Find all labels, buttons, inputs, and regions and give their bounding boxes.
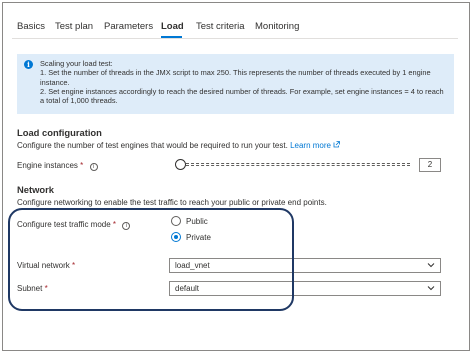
network-description: Configure networking to enable the test … [17,198,327,207]
tab-test-plan[interactable]: Test plan [55,21,93,32]
external-link-icon [333,141,341,148]
info-circle-icon[interactable]: i [89,163,98,171]
engine-instances-slider-thumb[interactable] [175,159,186,170]
info-icon: i [24,60,33,69]
info-line-3: 2. Set engine instances accordingly to r… [40,86,444,106]
load-config-description: Configure the number of test engines tha… [17,141,341,150]
tabs-divider [12,38,458,39]
info-line-1: Scaling your load test: [40,59,113,68]
learn-more-label: Learn more [290,141,331,150]
tab-load[interactable]: Load [161,21,184,32]
engine-instances-label-text: Engine instances [17,161,78,170]
info-line-2: 1. Set the number of threads in the JMX … [40,68,431,87]
learn-more-link[interactable]: Learn more [290,141,341,150]
info-message-text: Scaling your load test: 1. Set the numbe… [40,59,445,105]
network-title: Network [17,184,54,195]
engine-instances-input[interactable]: 2 [419,158,441,172]
network-highlight-outline [8,208,294,311]
load-config-description-text: Configure the number of test engines tha… [17,141,288,150]
chevron-down-icon [427,286,435,291]
tab-monitoring[interactable]: Monitoring [255,21,299,32]
tab-parameters[interactable]: Parameters [104,21,153,32]
tab-basics[interactable]: Basics [17,21,45,32]
chevron-down-icon [427,263,435,268]
engine-instances-label: Engine instances * i [17,161,98,171]
info-message-bar: i Scaling your load test: 1. Set the num… [17,54,454,114]
tab-test-criteria[interactable]: Test criteria [196,21,245,32]
load-config-title: Load configuration [17,127,102,138]
required-mark: * [80,161,84,170]
engine-instances-slider-track[interactable] [186,163,410,166]
